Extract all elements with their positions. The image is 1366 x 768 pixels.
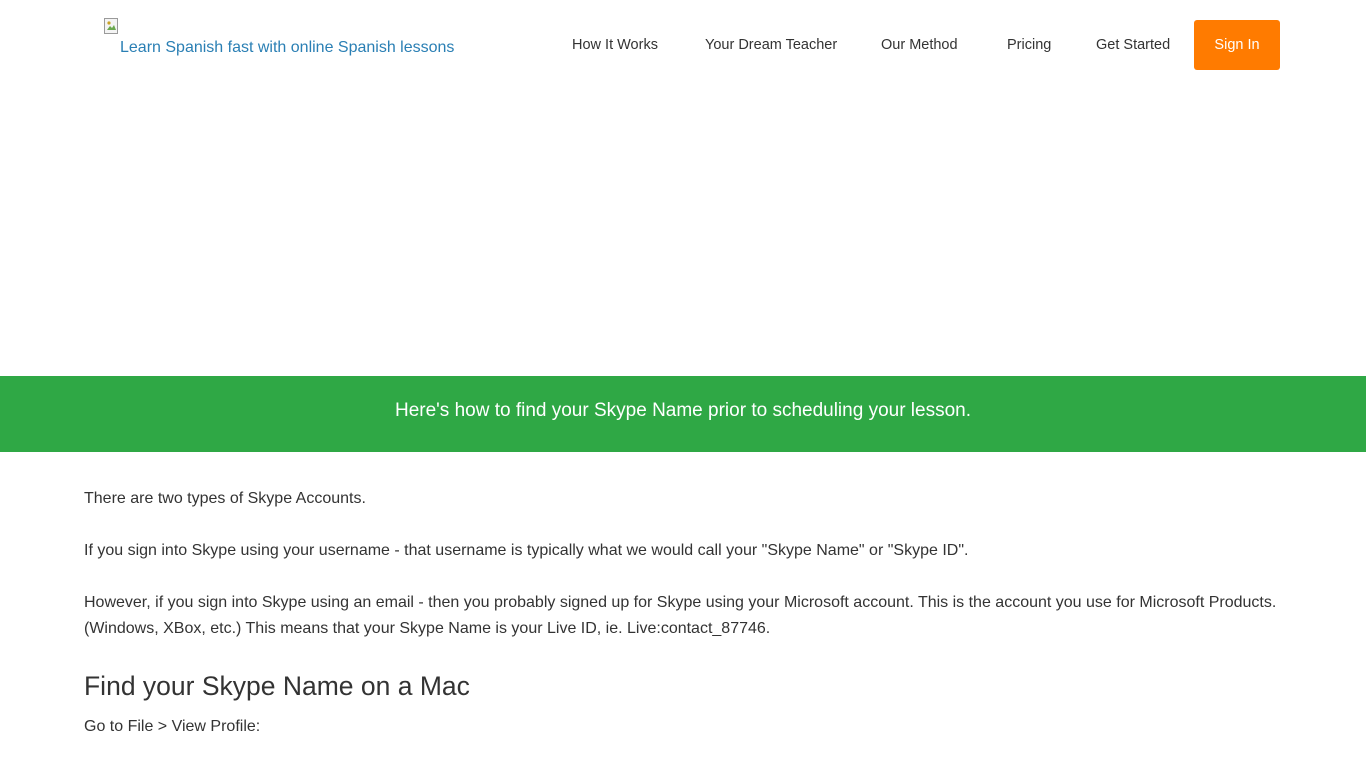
banner-text: Here's how to find your Skype Name prior… [394, 400, 972, 421]
nav-our-method[interactable]: Our Method [881, 37, 958, 53]
skype-name-banner: Here's how to find your Skype Name prior… [0, 376, 1366, 452]
main-nav: How It Works Your Dream Teacher Our Meth… [0, 0, 1366, 95]
paragraph-email-signin: However, if you sign into Skype using an… [84, 594, 1277, 637]
main-content: There are two types of Skype Accounts. I… [84, 486, 1284, 766]
nav-your-dream-teacher[interactable]: Your Dream Teacher [705, 37, 837, 53]
nav-how-it-works[interactable]: How It Works [572, 37, 658, 53]
nav-get-started[interactable]: Get Started [1096, 37, 1170, 53]
nav-pricing[interactable]: Pricing [1007, 37, 1051, 53]
sign-in-button[interactable]: Sign In [1194, 20, 1280, 70]
site-header: Learn Spanish fast with online Spanish l… [0, 0, 1366, 95]
paragraph-username-signin: If you sign into Skype using your userna… [84, 542, 969, 559]
mac-instruction-text: Go to File > View Profile: [84, 718, 261, 735]
paragraph-account-types: There are two types of Skype Accounts. [84, 490, 366, 507]
mac-section-heading: Find your Skype Name on a Mac [84, 671, 470, 701]
